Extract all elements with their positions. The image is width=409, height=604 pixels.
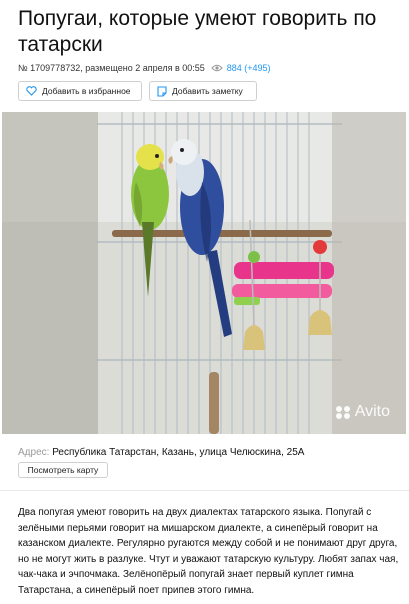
avito-logo-icon (335, 405, 351, 419)
listing-description: Два попугая умеют говорить на двух диале… (18, 507, 399, 596)
listing-photo[interactable]: Avito (2, 112, 406, 434)
add-note-label: Добавить заметку (172, 86, 243, 96)
heart-icon (26, 86, 37, 96)
view-count: 884 (+495) (226, 62, 271, 73)
address-label: Адрес: (18, 447, 50, 458)
add-to-favorites-button[interactable]: Добавить в избранное (18, 81, 142, 101)
add-note-button[interactable]: Добавить заметку (149, 81, 257, 101)
add-to-favorites-label: Добавить в избранное (42, 86, 131, 96)
divider (0, 490, 409, 491)
note-icon (157, 85, 167, 97)
address-value: Республика Татарстан, Казань, улица Челю… (52, 447, 305, 458)
budgies-image (2, 112, 406, 434)
listing-meta: № 1709778732, размещено 2 апреля в 00:55… (18, 61, 271, 74)
address: Адрес: Республика Татарстан, Казань, ули… (18, 447, 304, 458)
avito-watermark-text: Avito (354, 403, 390, 420)
page-title: Попугаи, которые умеют говорить по татар… (18, 7, 377, 56)
view-map-button[interactable]: Посмотреть карту (18, 462, 108, 478)
eye-icon (211, 64, 223, 72)
listing-page: Попугаи, которые умеют говорить по татар… (0, 0, 409, 604)
avito-watermark: Avito (335, 403, 390, 421)
ad-number: № 1709778732, размещено 2 апреля в 00:55 (18, 62, 205, 73)
listing-actions: Добавить в избранное Добавить заметку (18, 81, 257, 101)
